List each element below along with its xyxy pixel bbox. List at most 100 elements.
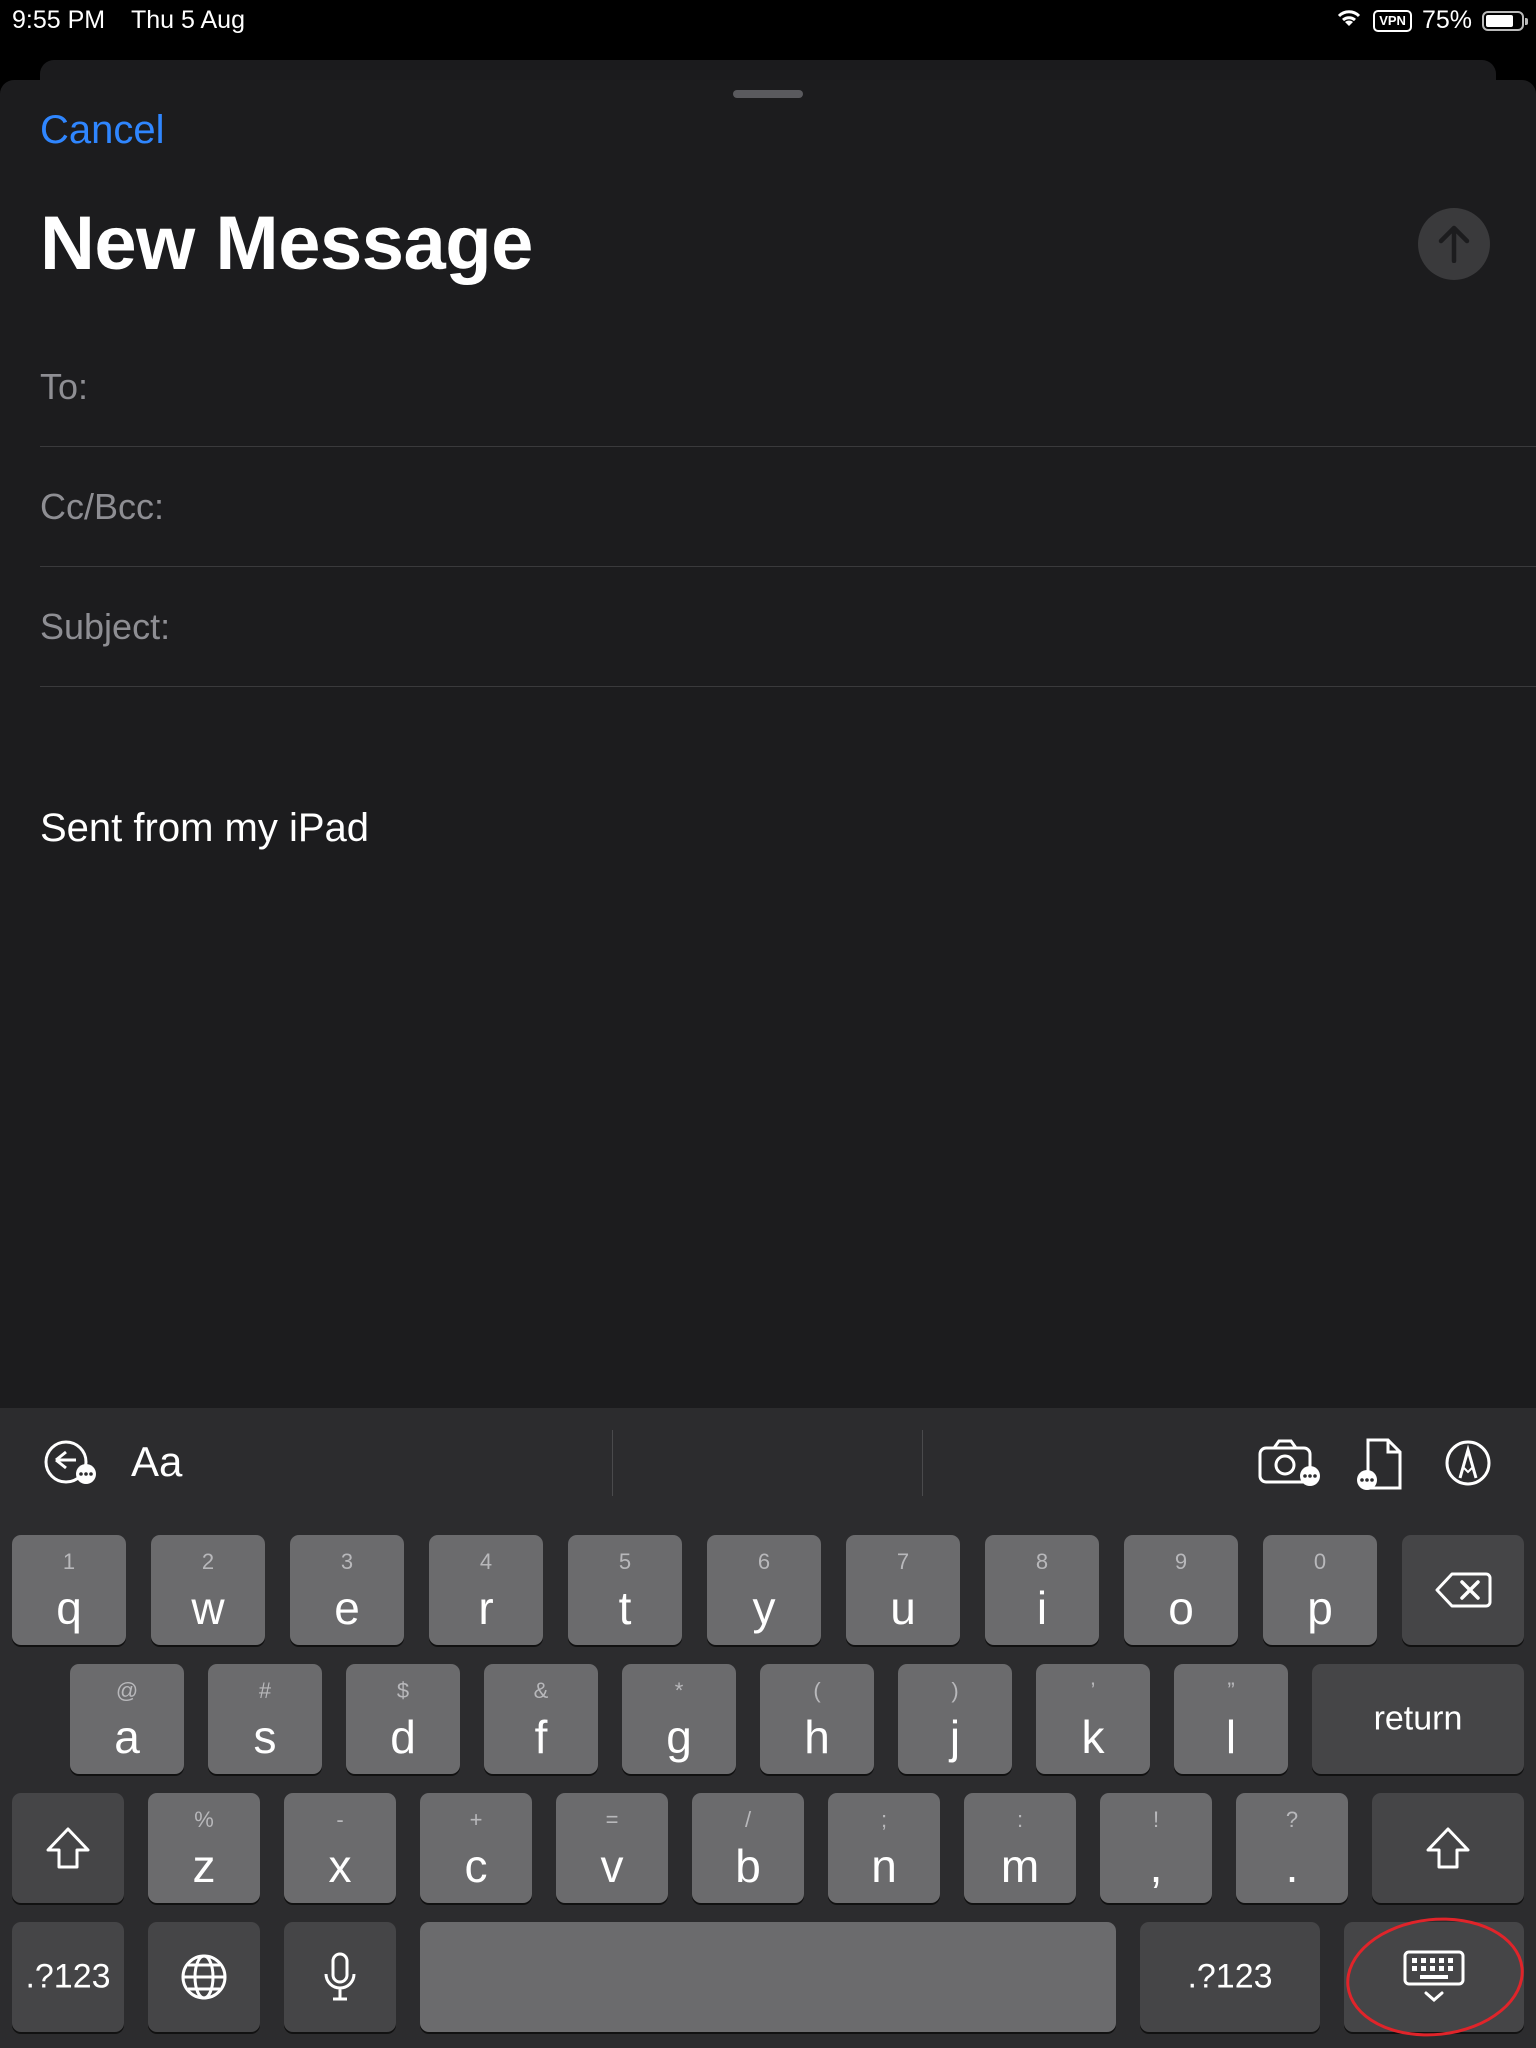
numbers-key-left[interactable]: .?123 bbox=[12, 1922, 124, 2032]
key-r[interactable]: 4r bbox=[429, 1535, 543, 1645]
markup-icon[interactable] bbox=[1444, 1438, 1492, 1493]
shift-key-left[interactable] bbox=[12, 1793, 124, 1903]
subject-label: Subject: bbox=[40, 606, 171, 647]
shift-icon bbox=[46, 1827, 90, 1869]
key-hint: 8 bbox=[1035, 1549, 1049, 1574]
key-label: c bbox=[464, 1840, 488, 1892]
status-date: Thu 5 Aug bbox=[131, 6, 245, 34]
key-hint: @ bbox=[115, 1678, 139, 1703]
key-label: w bbox=[191, 1582, 225, 1634]
key-label: m bbox=[1000, 1840, 1040, 1892]
key-label: o bbox=[1168, 1582, 1194, 1634]
status-time: 9:55 PM bbox=[12, 6, 106, 34]
key-w[interactable]: 2w bbox=[151, 1535, 265, 1645]
key-s[interactable]: # s bbox=[208, 1664, 322, 1774]
key-e[interactable]: 3e bbox=[290, 1535, 404, 1645]
key-hint: 0 bbox=[1313, 1549, 1327, 1574]
document-icon[interactable] bbox=[1356, 1438, 1406, 1497]
key-label: t bbox=[618, 1582, 632, 1634]
key-label: y bbox=[752, 1582, 776, 1634]
keyboard: Aa 1q2w3e4r5t6y7u8i9o0p @ a # s $ d & f * g(h) j’ k… bbox=[0, 1408, 1536, 2048]
key-k[interactable]: ’ k bbox=[1036, 1664, 1150, 1774]
key-hint: $ bbox=[396, 1678, 410, 1703]
key-q[interactable]: 1q bbox=[12, 1535, 126, 1645]
delete-key[interactable] bbox=[1402, 1535, 1524, 1645]
key-label: n bbox=[871, 1840, 897, 1892]
key-m[interactable]: :m bbox=[964, 1793, 1076, 1903]
key-hint: ) bbox=[951, 1678, 959, 1703]
key-hint: # bbox=[258, 1678, 272, 1703]
key-i[interactable]: 8i bbox=[985, 1535, 1099, 1645]
space-key[interactable] bbox=[420, 1922, 1116, 2032]
key-hint: = bbox=[605, 1807, 619, 1832]
key-label: x bbox=[328, 1840, 352, 1892]
key-c[interactable]: + c bbox=[420, 1793, 532, 1903]
key-label: . bbox=[1285, 1840, 1299, 1892]
key-hint: & bbox=[533, 1678, 549, 1703]
key-u[interactable]: 7u bbox=[846, 1535, 960, 1645]
to-label: To: bbox=[40, 366, 89, 407]
toolbar-divider bbox=[922, 1430, 923, 1496]
vpn-badge: VPN bbox=[1373, 9, 1412, 32]
sheet-grabber[interactable] bbox=[733, 90, 803, 98]
keyboard-toolbar: Aa bbox=[0, 1408, 1536, 1518]
key-label: g bbox=[666, 1711, 692, 1763]
key-hint: 4 bbox=[479, 1549, 493, 1574]
to-field[interactable]: To: bbox=[40, 326, 1536, 447]
key-h[interactable]: (h bbox=[760, 1664, 874, 1774]
key-label: a bbox=[114, 1711, 140, 1763]
key-l[interactable]: ” l bbox=[1174, 1664, 1288, 1774]
page-title: New Message bbox=[40, 201, 533, 286]
dictation-key[interactable] bbox=[284, 1922, 396, 2032]
key-d[interactable]: $ d bbox=[346, 1664, 460, 1774]
key-label: s bbox=[253, 1711, 277, 1763]
key-f[interactable]: & f bbox=[484, 1664, 598, 1774]
key-hint: - bbox=[336, 1807, 344, 1832]
key-hint: 7 bbox=[896, 1549, 910, 1574]
key-label: b bbox=[735, 1840, 761, 1892]
camera-icon[interactable] bbox=[1258, 1438, 1324, 1493]
key-label: e bbox=[334, 1582, 360, 1634]
key-hint: % bbox=[194, 1807, 214, 1832]
send-button[interactable] bbox=[1418, 208, 1490, 280]
key-hint: 1 bbox=[62, 1549, 76, 1574]
globe-key[interactable] bbox=[148, 1922, 260, 2032]
key-label: q bbox=[56, 1582, 82, 1634]
format-text-button[interactable]: Aa bbox=[131, 1438, 182, 1486]
key-y[interactable]: 6y bbox=[707, 1535, 821, 1645]
key-label: u bbox=[890, 1582, 916, 1634]
key-hint: 6 bbox=[757, 1549, 771, 1574]
key-g[interactable]: * g bbox=[622, 1664, 736, 1774]
key-p[interactable]: 0p bbox=[1263, 1535, 1377, 1645]
key-x[interactable]: -x bbox=[284, 1793, 396, 1903]
key-o[interactable]: 9o bbox=[1124, 1535, 1238, 1645]
message-body-signature[interactable]: Sent from my iPad bbox=[40, 806, 369, 851]
key-n[interactable]: ; n bbox=[828, 1793, 940, 1903]
key-label: r bbox=[478, 1582, 494, 1634]
numbers-key-right[interactable]: .?123 bbox=[1140, 1922, 1320, 2032]
key-label: v bbox=[600, 1840, 624, 1892]
toolbar-divider bbox=[612, 1430, 613, 1496]
key-v[interactable]: = v bbox=[556, 1793, 668, 1903]
cc-bcc-label: Cc/Bcc: bbox=[40, 486, 165, 527]
cc-bcc-field[interactable]: Cc/Bcc: bbox=[40, 446, 1536, 567]
return-key[interactable]: return bbox=[1312, 1664, 1524, 1774]
key-period[interactable]: ?. bbox=[1236, 1793, 1348, 1903]
key-comma[interactable]: !, bbox=[1100, 1793, 1212, 1903]
cancel-button[interactable]: Cancel bbox=[40, 108, 165, 153]
key-label: f bbox=[534, 1711, 548, 1763]
key-hint: 2 bbox=[201, 1549, 215, 1574]
key-b[interactable]: / b bbox=[692, 1793, 804, 1903]
key-hint: 9 bbox=[1174, 1549, 1188, 1574]
shift-key-right[interactable] bbox=[1372, 1793, 1524, 1903]
numbers-key-label: .?123 bbox=[25, 1957, 111, 1996]
key-label: l bbox=[1225, 1711, 1237, 1763]
key-a[interactable]: @ a bbox=[70, 1664, 184, 1774]
battery-percent: 75% bbox=[1421, 6, 1472, 34]
key-t[interactable]: 5t bbox=[568, 1535, 682, 1645]
key-z[interactable]: % z bbox=[148, 1793, 260, 1903]
battery-icon bbox=[1482, 10, 1528, 31]
subject-field[interactable]: Subject: bbox=[40, 566, 1536, 687]
reply-history-icon[interactable] bbox=[42, 1438, 100, 1493]
key-j[interactable]: ) j bbox=[898, 1664, 1012, 1774]
